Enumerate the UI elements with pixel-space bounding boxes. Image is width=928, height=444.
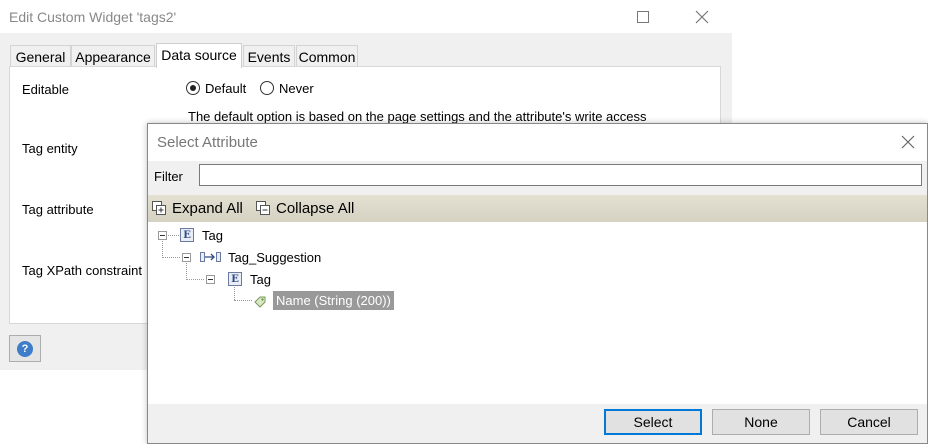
radio-default-label[interactable]: Default <box>205 81 246 96</box>
none-button[interactable]: None <box>712 409 810 435</box>
tab-appearance[interactable]: Appearance <box>71 45 155 67</box>
tree-node-label: Tag <box>250 272 271 287</box>
tag-attribute-label: Tag attribute <box>22 202 94 217</box>
editable-label: Editable <box>22 82 69 97</box>
window-title: Edit Custom Widget 'tags2' <box>9 9 177 25</box>
expand-all-label: Expand All <box>172 200 243 217</box>
tree-node-label-selected: Name (String (200)) <box>273 291 394 310</box>
dialog-footer: Select None Cancel <box>148 404 927 443</box>
collapse-all-icon <box>256 201 271 216</box>
cancel-button[interactable]: Cancel <box>820 409 918 435</box>
tab-data-source[interactable]: Data source <box>156 43 242 68</box>
tree-node-tag-nested[interactable]: E Tag <box>148 269 448 289</box>
tree-node-tag-suggestion[interactable]: Tag_Suggestion <box>148 247 448 267</box>
select-attribute-dialog: Select Attribute Filter Expand All Colla… <box>147 123 928 444</box>
select-button[interactable]: Select <box>604 409 702 435</box>
tag-xpath-constraint-label: Tag XPath constraint <box>22 263 142 278</box>
filter-label: Filter <box>154 169 183 184</box>
collapse-all-button[interactable]: Collapse All <box>256 198 354 219</box>
tab-general[interactable]: General <box>10 45 71 67</box>
tree-toolbar: Expand All Collapse All <box>148 195 927 223</box>
collapse-toggle-icon[interactable] <box>158 231 167 240</box>
collapse-toggle-icon[interactable] <box>206 275 215 284</box>
close-icon[interactable] <box>673 0 731 33</box>
tab-events[interactable]: Events <box>243 45 295 67</box>
collapse-all-label: Collapse All <box>276 200 355 217</box>
editable-help-text: The default option is based on the page … <box>188 109 647 124</box>
expand-all-button[interactable]: Expand All <box>152 198 243 219</box>
dialog-title: Select Attribute <box>157 134 258 151</box>
association-icon <box>200 250 222 264</box>
tab-common[interactable]: Common <box>296 45 358 67</box>
close-icon[interactable] <box>897 131 919 153</box>
help-button[interactable]: ? <box>9 335 41 362</box>
filter-row: Filter <box>148 161 927 195</box>
tag-entity-label: Tag entity <box>22 141 78 156</box>
window-titlebar: Edit Custom Widget 'tags2' <box>0 0 732 33</box>
expand-all-icon <box>152 201 167 216</box>
radio-default[interactable] <box>186 81 200 95</box>
help-icon: ? <box>17 340 33 357</box>
radio-never[interactable] <box>260 81 274 95</box>
tree-node-tag[interactable]: E Tag <box>148 225 448 245</box>
entity-icon: E <box>180 228 194 242</box>
maximize-icon[interactable] <box>614 0 672 33</box>
tree-node-label: Tag <box>202 228 223 243</box>
attribute-icon <box>252 294 268 308</box>
radio-never-label[interactable]: Never <box>279 81 314 96</box>
attribute-tree: E Tag Tag_Suggestion E Tag Name (String … <box>148 222 927 404</box>
filter-input[interactable] <box>199 164 922 186</box>
collapse-toggle-icon[interactable] <box>182 253 191 262</box>
tree-node-label: Tag_Suggestion <box>228 250 322 265</box>
entity-icon: E <box>228 272 242 286</box>
tree-node-name-attribute[interactable]: Name (String (200)) <box>148 291 448 311</box>
